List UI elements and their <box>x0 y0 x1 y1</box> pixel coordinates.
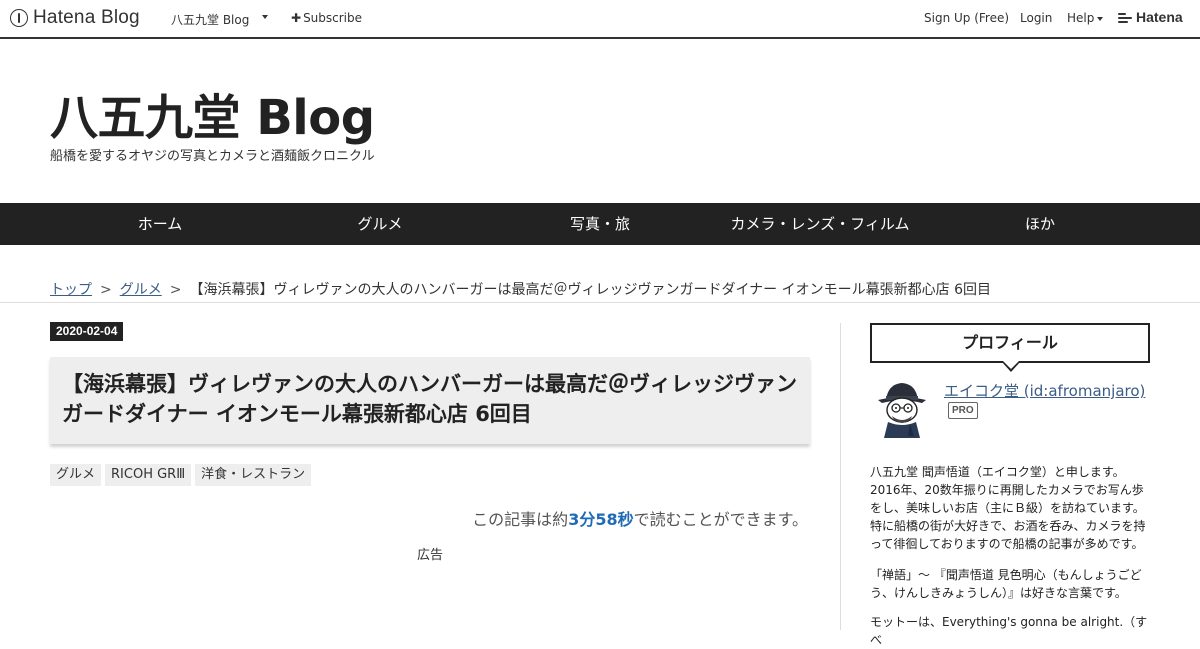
breadcrumb-separator: > <box>169 282 182 298</box>
hatena-blog-logo-icon <box>10 9 28 27</box>
entry-title-box: 【海浜幕張】ヴィレヴァンの大人のハンバーガーは最高だ＠ヴィレッジヴァンガードダイ… <box>50 357 810 444</box>
nav-item-camera-lens-film[interactable]: カメラ・レンズ・フィルム <box>700 203 940 245</box>
sidebar-divider <box>840 323 841 630</box>
reading-time-value: 3分58秒 <box>568 510 634 529</box>
profile-paragraph: 「禅語」～ 『聞声悟道 見色明心（もんしょうごどう、けんしきみょうしん）』は好き… <box>870 568 1142 600</box>
nav-item-other[interactable]: ほか <box>940 203 1140 245</box>
entry-categories: グルメ RICOH GRⅢ 洋食・レストラン <box>50 464 312 486</box>
profile-paragraph: モットーは、Everything's gonna be alright.（すべ <box>870 615 1148 647</box>
plus-icon: ✚ <box>291 11 302 25</box>
hatena-topbar: Hatena Blog 八五九堂 Blog ✚ Subscribe Sign Up… <box>0 0 1200 39</box>
hatena-logo[interactable]: Hatena <box>1118 9 1183 25</box>
reading-time-suffix: で読むことができます。 <box>633 510 808 529</box>
divider <box>0 302 1200 303</box>
topbar-blog-name[interactable]: 八五九堂 Blog <box>171 11 249 28</box>
breadcrumb-category-link[interactable]: グルメ <box>120 282 162 298</box>
subscribe-button[interactable]: ✚ Subscribe <box>291 11 362 25</box>
breadcrumb-separator: > <box>100 282 112 298</box>
avatar-illustration[interactable] <box>872 378 932 440</box>
global-nav: ホーム グルメ 写真・旅 カメラ・レンズ・フィルム ほか <box>0 203 1200 245</box>
blog-title[interactable]: 八五九堂 Blog <box>50 78 375 148</box>
help-menu[interactable]: Help <box>1067 11 1104 25</box>
reading-time: この記事は約3分58秒で読むことができます。 <box>472 506 808 530</box>
entry-date[interactable]: 2020-02-04 <box>50 322 124 341</box>
nav-item-gourmet[interactable]: グルメ <box>280 203 480 245</box>
chevron-down-icon <box>1097 16 1104 21</box>
profile-heading: プロフィール <box>870 323 1150 363</box>
reading-time-prefix: この記事は約 <box>472 510 569 529</box>
chevron-down-icon[interactable] <box>262 15 268 19</box>
profile-name-link[interactable]: エイコク堂 (id:afromanjaro) <box>944 380 1145 401</box>
breadcrumb-current: 【海浜幕張】ヴィレヴァンの大人のハンバーガーは最高だ＠ヴィレッジヴァンガードダイ… <box>189 282 991 298</box>
nav-item-home[interactable]: ホーム <box>60 203 260 245</box>
blog-description: 船橋を愛するオヤジの写真とカメラと酒麺飯クロニクル <box>50 149 375 164</box>
hatena-blog-logo-text: Hatena Blog <box>33 7 140 28</box>
subscribe-label: Subscribe <box>303 11 363 25</box>
profile-paragraph: 八五九堂 聞声悟道（エイコク堂）と申します。2016年、20数年振りに再開したカ… <box>870 465 1146 551</box>
category-tag[interactable]: グルメ <box>50 464 102 486</box>
hatena-logo-text: Hatena <box>1136 9 1183 25</box>
breadcrumb: トップ > グルメ > 【海浜幕張】ヴィレヴァンの大人のハンバーガーは最高だ＠ヴィレッジ… <box>50 279 991 299</box>
category-tag[interactable]: RICOH GRⅢ <box>105 464 192 486</box>
entry-title[interactable]: 【海浜幕張】ヴィレヴァンの大人のハンバーガーは最高だ＠ヴィレッジヴァンガードダイ… <box>62 369 802 429</box>
breadcrumb-top-link[interactable]: トップ <box>50 282 92 298</box>
ad-label: 広告 <box>417 548 444 563</box>
category-tag[interactable]: 洋食・レストラン <box>195 464 312 486</box>
hatena-blog-logo[interactable]: Hatena Blog <box>10 7 140 29</box>
login-link[interactable]: Login <box>1020 11 1052 25</box>
profile-heading-arrow-inner <box>1003 361 1019 369</box>
nav-item-photo-travel[interactable]: 写真・旅 <box>500 203 700 245</box>
help-label: Help <box>1067 11 1095 25</box>
signup-link[interactable]: Sign Up (Free) <box>924 11 1009 25</box>
hatena-logo-icon <box>1118 11 1132 23</box>
pro-badge: PRO <box>948 402 978 419</box>
